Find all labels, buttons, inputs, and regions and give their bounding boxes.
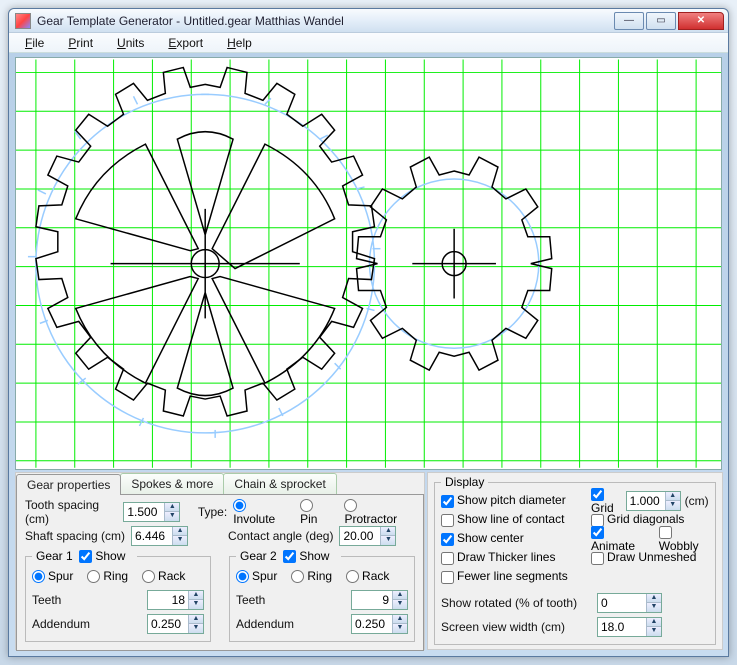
menu-print[interactable]: Print [58, 34, 103, 52]
input-teeth1[interactable]: ▲▼ [147, 590, 204, 610]
check-fewer-seg[interactable]: Fewer line segments [441, 569, 568, 583]
menu-file[interactable]: File [15, 34, 54, 52]
input-shaft-spacing[interactable]: ▲▼ [131, 526, 188, 546]
maximize-button[interactable]: ▭ [646, 12, 676, 30]
label-shaft-spacing: Shaft spacing (cm) [25, 529, 125, 543]
spin-down-icon[interactable]: ▼ [165, 512, 179, 521]
app-icon [15, 13, 31, 29]
radio-involute[interactable]: Involute [233, 498, 286, 526]
tab-spokes[interactable]: Spokes & more [120, 473, 224, 494]
radio-pin[interactable]: Pin [300, 498, 330, 526]
right-panel: Display Show pitch diameter Grid▲▼(cm) S… [427, 472, 723, 650]
menu-units[interactable]: Units [107, 34, 154, 52]
bottom-panels: Gear properties Spokes & more Chain & sp… [15, 472, 722, 650]
check-show-gear1[interactable]: Show [79, 549, 125, 563]
tab-chain[interactable]: Chain & sprocket [223, 473, 336, 494]
check-show-gear2[interactable]: Show [283, 549, 329, 563]
label-tooth-spacing: Tooth spacing (cm) [25, 498, 117, 526]
label-type: Type: [198, 505, 227, 519]
check-show-pitch[interactable]: Show pitch diameter [441, 493, 566, 507]
app-window: Gear Template Generator - Untitled.gear … [8, 8, 729, 657]
tab-gear-properties[interactable]: Gear properties [16, 474, 121, 495]
fieldset-display: Display Show pitch diameter Grid▲▼(cm) S… [434, 475, 716, 645]
label-show-rotated: Show rotated (% of tooth) [441, 596, 591, 610]
window-title: Gear Template Generator - Untitled.gear … [37, 14, 612, 28]
radio-g1-ring[interactable]: Ring [87, 569, 128, 583]
radio-g2-ring[interactable]: Ring [291, 569, 332, 583]
titlebar[interactable]: Gear Template Generator - Untitled.gear … [9, 9, 728, 33]
minimize-button[interactable]: — [614, 12, 644, 30]
gear-drawing [16, 58, 721, 469]
radio-g2-rack[interactable]: Rack [346, 569, 389, 583]
check-show-center[interactable]: Show center [441, 531, 524, 545]
label-screen-view: Screen view width (cm) [441, 620, 591, 634]
left-panel: Gear properties Spokes & more Chain & sp… [15, 472, 425, 650]
check-draw-unmeshed[interactable]: Draw Unmeshed [591, 550, 696, 564]
radio-protractor[interactable]: Protractor [344, 498, 407, 526]
menubar: File Print Units Export Help [9, 33, 728, 52]
check-draw-thick[interactable]: Draw Thicker lines [441, 550, 555, 564]
fieldset-gear1: Gear 1 Show Spur Ring Rack Teeth▲▼ Adden… [25, 549, 211, 642]
radio-g2-spur[interactable]: Spur [236, 569, 277, 583]
fieldset-gear2: Gear 2 Show Spur Ring Rack Teeth▲▼ Adden… [229, 549, 415, 642]
close-button[interactable]: ✕ [678, 12, 724, 30]
input-contact-angle[interactable]: ▲▼ [339, 526, 396, 546]
label-contact-angle: Contact angle (deg) [228, 529, 333, 543]
input-tooth-spacing[interactable]: ▲▼ [123, 502, 180, 522]
radio-g1-spur[interactable]: Spur [32, 569, 73, 583]
spin-up-icon[interactable]: ▲ [165, 503, 179, 512]
input-teeth2[interactable]: ▲▼ [351, 590, 408, 610]
menu-export[interactable]: Export [158, 34, 213, 52]
input-grid[interactable]: ▲▼ [626, 491, 681, 511]
radio-g1-rack[interactable]: Rack [142, 569, 185, 583]
input-addendum2[interactable]: ▲▼ [351, 614, 408, 634]
input-addendum1[interactable]: ▲▼ [147, 614, 204, 634]
input-screen-view[interactable]: ▲▼ [597, 617, 662, 637]
input-show-rotated[interactable]: ▲▼ [597, 593, 662, 613]
gear-canvas[interactable] [15, 57, 722, 470]
client-area: Gear properties Spokes & more Chain & sp… [9, 53, 728, 656]
menu-help[interactable]: Help [217, 34, 262, 52]
check-show-line[interactable]: Show line of contact [441, 512, 564, 526]
